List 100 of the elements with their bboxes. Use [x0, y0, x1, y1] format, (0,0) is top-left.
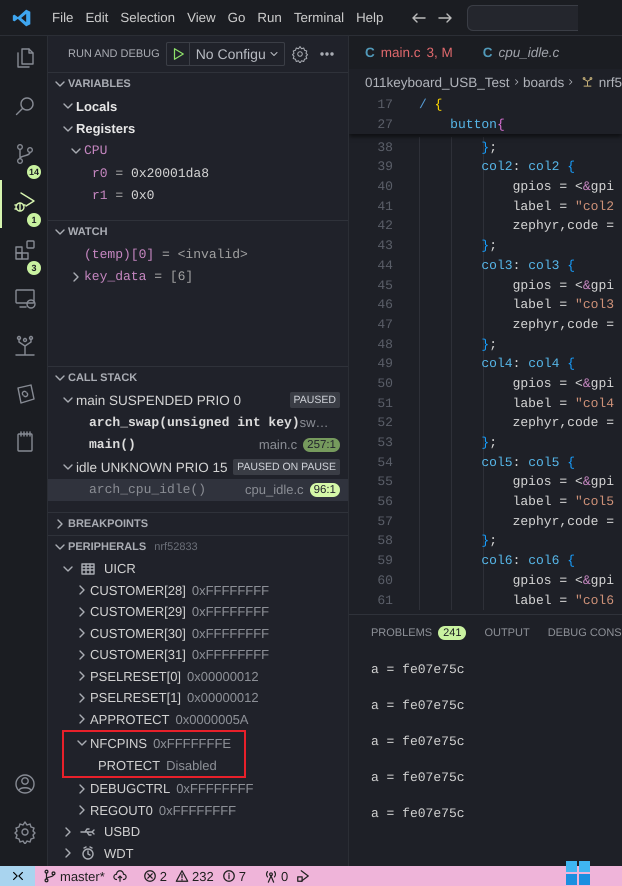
register-entry[interactable]: NFCPINS 0xFFFFFFFE	[90, 736, 232, 750]
status-item[interactable]: 232	[175, 866, 214, 886]
code-line: zephyr,code =	[512, 514, 614, 529]
variable-value[interactable]: r0 = 0x20001da8	[92, 166, 210, 181]
cloud-upload-icon	[112, 869, 127, 883]
warning-icon	[175, 869, 190, 883]
menu-item[interactable]: Terminal	[288, 6, 350, 29]
thread-name[interactable]: main SUSPENDED PRIO 0	[76, 392, 242, 408]
register-entry[interactable]: CUSTOMER[30] 0xFFFFFFFF	[90, 626, 270, 641]
line-number: 50	[376, 376, 394, 391]
variable-value[interactable]: r1 = 0x0	[92, 188, 154, 204]
menu-item[interactable]: Edit	[79, 6, 114, 29]
scope-label[interactable]: Locals	[76, 98, 118, 114]
register-entry[interactable]: PSELRESET[1] 0x00000012	[90, 690, 259, 706]
watch-expression[interactable]: key_data = [6]	[84, 269, 194, 284]
code-line: };	[480, 140, 497, 155]
section-header[interactable]: WATCH	[68, 226, 108, 238]
peripheral-name[interactable]: WDT	[104, 846, 134, 861]
register-entry[interactable]: PSELRESET[0] 0x00000012	[90, 668, 259, 684]
register-entry[interactable]: DEBUGCTRL 0xFFFFFFFF	[90, 781, 254, 796]
line-number: 44	[376, 258, 394, 273]
scope-label[interactable]: Registers	[76, 121, 136, 136]
output-line: a = fe07e75c	[370, 696, 466, 714]
section-header[interactable]: VARIABLES	[68, 78, 131, 90]
status-item[interactable]: 0	[264, 866, 288, 886]
status-badge: PAUSED	[290, 392, 340, 408]
menu-item[interactable]: Go	[222, 6, 252, 29]
code-line: col6: col6 {	[480, 553, 576, 568]
stack-frame-row[interactable]: main() main.c 257:1	[48, 434, 348, 456]
line-number: 49	[376, 356, 394, 372]
output-line: a = fe07e75c	[370, 660, 466, 678]
code-line: };	[480, 238, 497, 254]
line-number: 40	[376, 179, 394, 194]
info-icon	[222, 869, 236, 883]
tree-icon[interactable]	[12, 334, 36, 358]
section-header[interactable]: PERIPHERALS	[68, 541, 146, 553]
code-line: label = "col5	[512, 494, 614, 510]
editor-tab[interactable]: C cpu_idle.c	[466, 36, 574, 69]
peripheral-name[interactable]: USBD	[104, 824, 140, 840]
output-line: a = fe07e75c	[370, 804, 466, 822]
watch-expression[interactable]: (temp)[0] = <invalid>	[84, 246, 248, 262]
function-name: main()	[89, 437, 136, 452]
menu-item[interactable]: Help	[350, 6, 390, 29]
menu-item[interactable]: Run	[251, 6, 288, 29]
code-line: zephyr,code =	[512, 218, 614, 234]
count-badge: 14	[26, 165, 41, 179]
function-name: arch_cpu_idle()	[89, 482, 206, 498]
command-center-field[interactable]	[467, 4, 578, 30]
panel-tab[interactable]: OUTPUT	[484, 627, 530, 639]
section-header[interactable]: BREAKPOINTS	[68, 518, 148, 530]
panel-title: RUN AND DEBUG	[68, 48, 160, 60]
register-entry[interactable]: CUSTOMER[29] 0xFFFFFFFF	[90, 604, 270, 620]
register-entry[interactable]: APPROTECT 0x0000005A	[90, 712, 248, 727]
account-icon[interactable]	[12, 772, 36, 796]
settings-icon[interactable]	[12, 820, 36, 844]
code-line: label = "col6	[512, 592, 614, 608]
stack-frame-row[interactable]: arch_swap(unsigned int key)sw…	[48, 411, 348, 434]
breadcrumb-item[interactable]: nrf5	[598, 74, 622, 90]
line-position-badge: 257:1	[303, 438, 340, 452]
code-line: gpios = <&gpi	[512, 572, 614, 588]
line-number: 61	[376, 592, 394, 608]
run-debug-icon[interactable]	[12, 190, 36, 214]
breadcrumb-item[interactable]: boards	[522, 74, 564, 90]
launch-config-select[interactable]: No Configu	[166, 42, 285, 66]
panel-tab[interactable]: PROBLEMS 241	[370, 626, 466, 640]
config-name[interactable]: No Configu	[196, 46, 266, 62]
code-line: / {	[418, 97, 442, 112]
peripheral-name[interactable]: UICR	[104, 561, 136, 576]
count-badge: 3	[27, 261, 41, 275]
status-item[interactable]: 2	[142, 866, 168, 886]
menu-item[interactable]: Selection	[114, 6, 182, 29]
menu-item[interactable]: File	[46, 6, 80, 29]
register-entry[interactable]: REGOUT0 0xFFFFFFFF	[90, 802, 236, 818]
code-line: };	[480, 435, 497, 450]
settings-icon[interactable]	[290, 45, 309, 63]
start-menu-icon[interactable]	[565, 860, 591, 886]
stack-frame-row[interactable]: arch_cpu_idle() cpu_idle.c 96:1	[48, 478, 348, 501]
remote-button[interactable]	[0, 866, 35, 886]
panel-tab[interactable]: DEBUG CONS	[548, 627, 622, 639]
code-line: gpios = <&gpi	[512, 278, 614, 293]
clock-icon	[80, 845, 96, 862]
file-name: cpu_idle.c	[245, 482, 304, 498]
output-line: a = fe07e75c	[370, 768, 466, 786]
code-line: };	[480, 336, 497, 352]
broadcast-icon	[264, 869, 278, 883]
thread-name[interactable]: idle UNKNOWN PRIO 15	[76, 460, 228, 475]
register-entry[interactable]: CUSTOMER[31] 0xFFFFFFFF	[90, 647, 270, 662]
status-badge: PAUSED ON PAUSE	[233, 459, 340, 476]
breadcrumb-item[interactable]: 011keyboard_USB_Test	[364, 74, 510, 90]
line-number: 46	[376, 297, 394, 312]
status-item[interactable]: master*	[43, 866, 105, 886]
editor-tab[interactable]: C main.c 3, M	[348, 36, 467, 69]
status-item[interactable]: 7	[222, 866, 246, 886]
extensions-icon[interactable]	[12, 238, 36, 262]
line-number: 59	[376, 553, 394, 568]
menu-item[interactable]: View	[181, 6, 222, 29]
section-header[interactable]: CALL STACK	[68, 372, 138, 384]
table-icon	[80, 560, 96, 577]
register-group[interactable]: CPU	[84, 143, 108, 158]
register-entry[interactable]: CUSTOMER[28] 0xFFFFFFFF	[90, 582, 270, 598]
